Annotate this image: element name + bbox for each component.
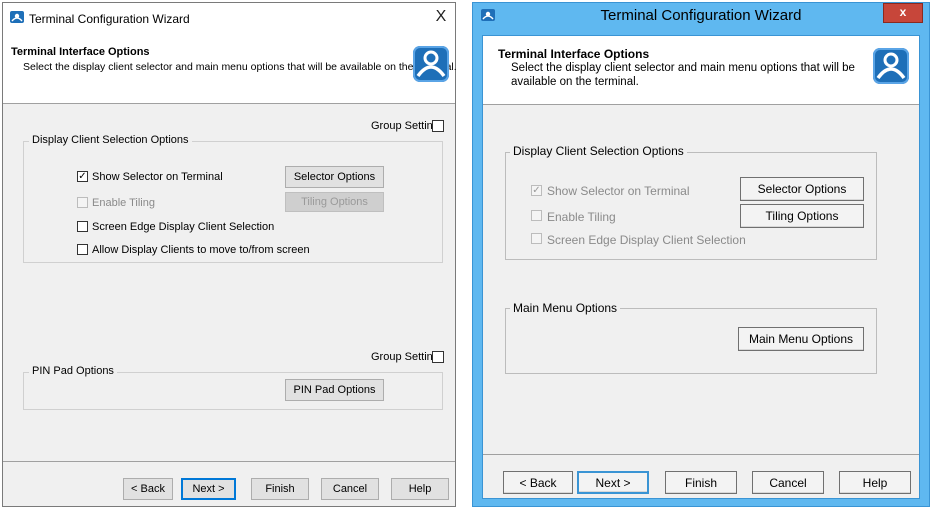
cancel-button[interactable]: Cancel xyxy=(321,478,379,500)
screen-edge-label: Screen Edge Display Client Selection xyxy=(92,221,275,233)
screen-edge-label: Screen Edge Display Client Selection xyxy=(547,233,746,247)
next-button[interactable]: Next > xyxy=(181,478,236,500)
display-client-group-label: Display Client Selection Options xyxy=(510,144,687,158)
right-wizard-window: Terminal Configuration Wizard x Terminal… xyxy=(472,2,930,507)
thinmanager-logo-icon xyxy=(873,48,909,84)
wizard-app-icon xyxy=(10,11,24,23)
group-setting-label: Group Setting xyxy=(371,120,439,132)
main-menu-options-button[interactable]: Main Menu Options xyxy=(738,327,864,351)
tiling-options-button[interactable]: Tiling Options xyxy=(285,192,384,212)
selector-options-button[interactable]: Selector Options xyxy=(285,166,384,188)
back-button[interactable]: < Back xyxy=(123,478,173,500)
page-subtitle-line2: available on the terminal. xyxy=(511,76,639,88)
main-menu-group-label: Main Menu Options xyxy=(510,301,621,315)
pin-pad-options-button[interactable]: PIN Pad Options xyxy=(285,379,384,401)
enable-tiling-checkbox[interactable] xyxy=(531,210,542,221)
group-setting-label-2: Group Setting xyxy=(371,351,439,363)
enable-tiling-label: Enable Tiling xyxy=(547,210,616,224)
group-setting-checkbox[interactable] xyxy=(432,120,444,132)
title-bar: Terminal Configuration Wizard X xyxy=(3,3,455,33)
next-button[interactable]: Next > xyxy=(577,471,649,494)
enable-tiling-checkbox[interactable] xyxy=(77,197,88,208)
wizard-header: Terminal Interface Options Select the di… xyxy=(3,33,457,104)
wizard-content: Terminal Interface Options Select the di… xyxy=(482,35,920,499)
help-button[interactable]: Help xyxy=(839,471,911,494)
window-title: Terminal Configuration Wizard xyxy=(29,12,190,26)
allow-move-checkbox[interactable] xyxy=(77,244,88,255)
page-subtitle: Select the display client selector and m… xyxy=(23,61,457,73)
thinmanager-logo-icon xyxy=(413,46,449,82)
footer-divider xyxy=(3,461,455,462)
close-icon[interactable]: x xyxy=(883,3,923,23)
show-selector-label: Show Selector on Terminal xyxy=(547,184,690,198)
page-subtitle-line1: Select the display client selector and m… xyxy=(511,62,855,74)
page-title: Terminal Interface Options xyxy=(498,47,650,61)
close-icon[interactable]: X xyxy=(431,7,451,27)
selector-options-button[interactable]: Selector Options xyxy=(740,177,864,201)
window-title: Terminal Configuration Wizard xyxy=(600,7,802,24)
screen-edge-checkbox[interactable] xyxy=(77,221,88,232)
wizard-header: Terminal Interface Options Select the di… xyxy=(483,36,919,105)
group-setting-checkbox-2[interactable] xyxy=(432,351,444,363)
back-button[interactable]: < Back xyxy=(503,471,573,494)
left-wizard-window: Terminal Configuration Wizard X Terminal… xyxy=(2,2,457,507)
show-selector-label: Show Selector on Terminal xyxy=(92,171,223,183)
display-client-group-label: Display Client Selection Options xyxy=(29,134,192,146)
show-selector-checkbox[interactable]: ✓ xyxy=(77,171,88,182)
page-title: Terminal Interface Options xyxy=(11,46,150,58)
screen-edge-checkbox[interactable] xyxy=(531,233,542,244)
help-button[interactable]: Help xyxy=(391,478,449,500)
footer-divider xyxy=(483,454,919,455)
allow-move-label: Allow Display Clients to move to/from sc… xyxy=(92,244,310,256)
tiling-options-button[interactable]: Tiling Options xyxy=(740,204,864,228)
pin-pad-group-label: PIN Pad Options xyxy=(29,365,117,377)
enable-tiling-label: Enable Tiling xyxy=(92,197,155,209)
cancel-button[interactable]: Cancel xyxy=(752,471,824,494)
finish-button[interactable]: Finish xyxy=(665,471,737,494)
finish-button[interactable]: Finish xyxy=(251,478,309,500)
show-selector-checkbox[interactable]: ✓ xyxy=(531,185,542,196)
